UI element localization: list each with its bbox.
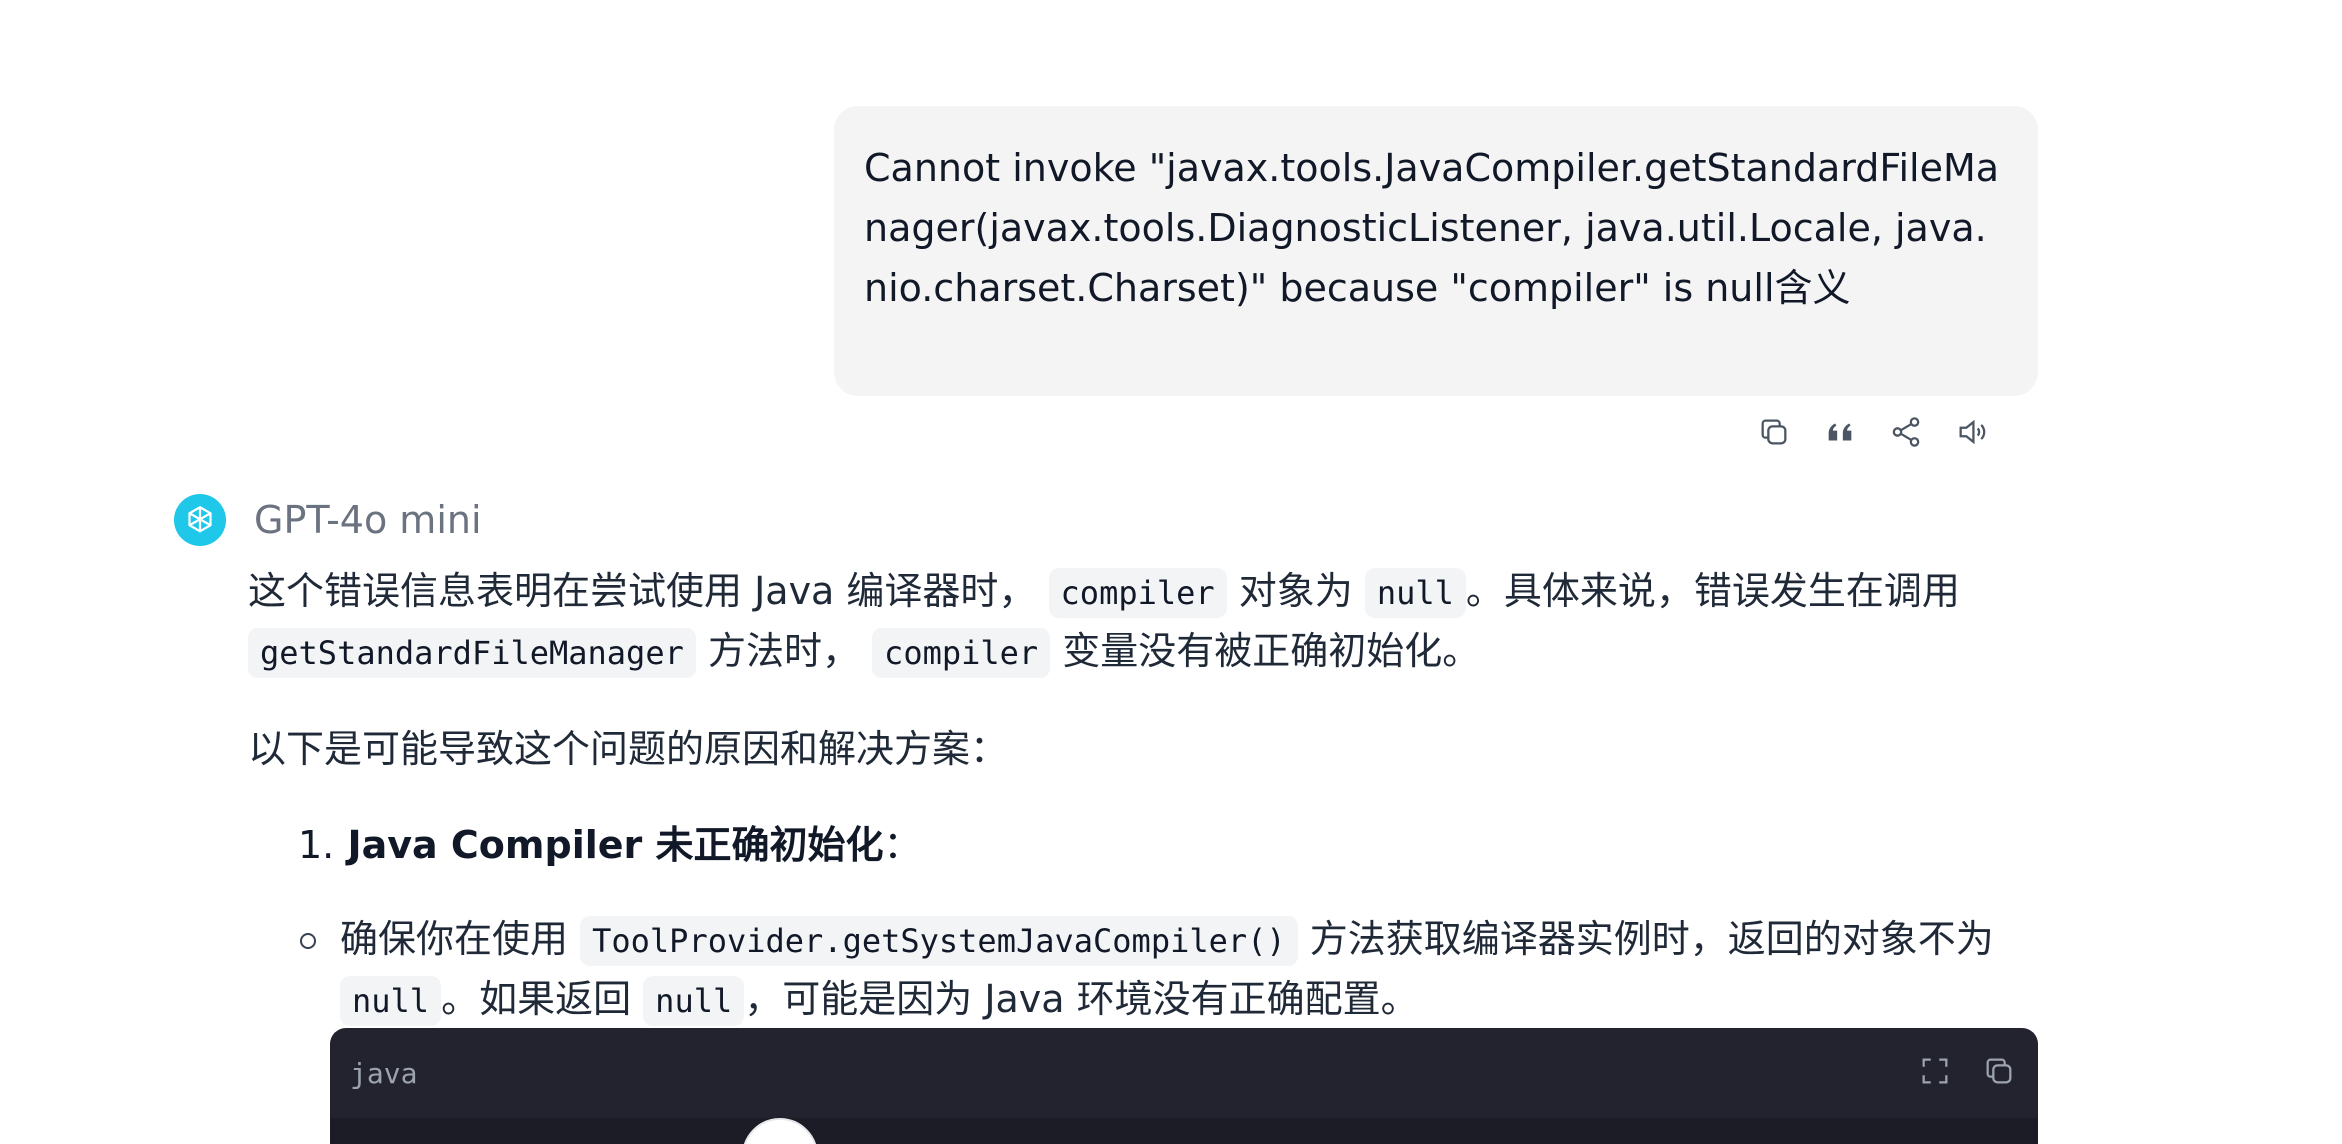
inline-code: getStandardFileManager — [248, 628, 696, 678]
bullet-icon — [300, 933, 316, 949]
chat-page: Cannot invoke "javax.tools.JavaCompiler.… — [0, 0, 2342, 1144]
bullet-text: 确保你在使用 ToolProvider.getSystemJavaCompile… — [340, 910, 2038, 1030]
list-title-suffix: ： — [883, 823, 922, 867]
code-block-tools — [1918, 1054, 2016, 1092]
inline-code: compiler — [872, 628, 1051, 678]
list-title-text: Java Compiler 未正确初始化 — [347, 823, 884, 867]
quote-icon[interactable] — [1822, 414, 1858, 450]
text-segment: 方法时， — [707, 629, 860, 673]
text-segment: ，可能是因为 Java 环境没有正确配置。 — [744, 977, 1419, 1021]
inline-code: null — [643, 976, 745, 1026]
code-body — [330, 1118, 2038, 1144]
bullet-list-item: 确保你在使用 ToolProvider.getSystemJavaCompile… — [298, 910, 2038, 1030]
text-segment: 变量没有被正确初始化。 — [1062, 629, 1481, 673]
expand-icon[interactable] — [1918, 1054, 1952, 1092]
model-name: GPT-4o mini — [254, 498, 482, 542]
ordered-list: 1. Java Compiler 未正确初始化： 确保你在使用 ToolProv… — [248, 816, 2038, 1030]
code-language-label: java — [350, 1056, 418, 1090]
assistant-paragraph-1: 这个错误信息表明在尝试使用 Java 编译器时， compiler 对象为 nu… — [248, 562, 2038, 682]
copy-icon[interactable] — [1756, 414, 1792, 450]
user-message-actions — [1756, 414, 1990, 450]
code-block: java — [330, 1028, 2038, 1144]
openai-logo-icon — [174, 494, 226, 546]
assistant-paragraph-2: 以下是可能导致这个问题的原因和解决方案： — [248, 727, 1009, 771]
inline-code: null — [340, 976, 442, 1026]
user-message-bubble: Cannot invoke "javax.tools.JavaCompiler.… — [834, 106, 2038, 396]
copy-code-icon[interactable] — [1982, 1054, 2016, 1092]
list-item-title: 1. Java Compiler 未正确初始化： — [298, 816, 2038, 874]
text-segment: 对象为 — [1238, 569, 1353, 613]
speaker-icon[interactable] — [1954, 414, 1990, 450]
share-icon[interactable] — [1888, 414, 1924, 450]
assistant-header: GPT-4o mini — [174, 494, 482, 546]
list-number: 1. — [298, 823, 335, 867]
inline-code: compiler — [1048, 568, 1227, 618]
text-segment: 这个错误信息表明在尝试使用 Java 编译器时， — [248, 569, 1037, 613]
assistant-message: 这个错误信息表明在尝试使用 Java 编译器时， compiler 对象为 nu… — [248, 562, 2038, 1030]
text-segment: 方法获取编译器实例时，返回的对象不为 — [1309, 917, 1994, 961]
text-segment: 。具体来说，错误发生在调用 — [1465, 569, 1960, 613]
inline-code: null — [1364, 568, 1466, 618]
code-block-header: java — [330, 1028, 2038, 1118]
text-segment: 确保你在使用 — [340, 917, 569, 961]
user-message-text: Cannot invoke "javax.tools.JavaCompiler.… — [864, 146, 2000, 310]
text-segment: 。如果返回 — [441, 977, 632, 1021]
inline-code: ToolProvider.getSystemJavaCompiler() — [580, 916, 1298, 966]
